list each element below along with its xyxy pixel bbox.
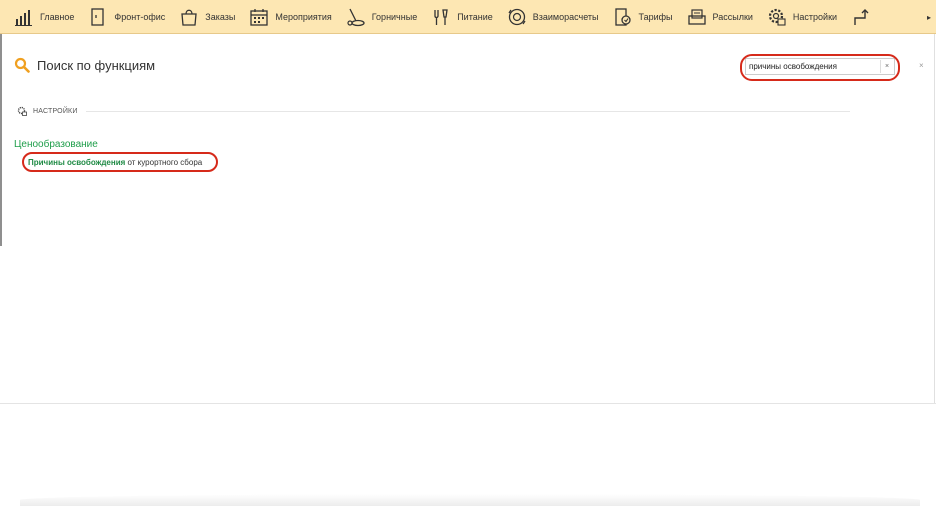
calendar-icon bbox=[250, 8, 269, 26]
nav-label: Главное bbox=[40, 11, 75, 22]
search-header: Поиск по функциям bbox=[14, 57, 155, 73]
content-divider bbox=[0, 403, 936, 404]
nav-item-settlements[interactable]: Взаиморасчеты bbox=[493, 0, 599, 34]
right-edge bbox=[934, 34, 935, 404]
section-divider bbox=[86, 111, 850, 112]
search-field: × bbox=[745, 58, 895, 75]
nav-item-food[interactable]: Питание bbox=[417, 0, 493, 34]
nav-scroll-right-icon[interactable]: ▸ bbox=[922, 0, 936, 34]
mail-icon bbox=[687, 8, 706, 25]
search-input[interactable] bbox=[746, 62, 880, 71]
bag-icon bbox=[181, 9, 197, 26]
nav-label: Питание bbox=[457, 11, 493, 22]
food-icon bbox=[434, 8, 448, 25]
nav-item-front-office[interactable]: Фронт-офис bbox=[74, 0, 165, 34]
clear-search-button[interactable]: × bbox=[880, 60, 893, 73]
nav-item-mailings[interactable]: Рассылки bbox=[673, 0, 753, 34]
nav-item-tariffs[interactable]: Тарифы bbox=[599, 0, 673, 34]
nav-label: Фронт-офис bbox=[114, 11, 166, 22]
door-icon bbox=[91, 7, 105, 26]
nav-label: Настройки bbox=[792, 11, 838, 22]
group-title[interactable]: Ценообразование bbox=[14, 139, 98, 150]
nav-label: Рассылки bbox=[712, 11, 753, 22]
search-result-link[interactable]: Причины освобождения от курортного сбора bbox=[28, 158, 202, 167]
nav-label: Тарифы bbox=[638, 11, 673, 22]
result-match-text: Причины освобождения bbox=[28, 158, 126, 167]
tariff-icon bbox=[614, 7, 631, 26]
settlement-icon bbox=[508, 8, 526, 25]
close-search-button[interactable]: × bbox=[919, 61, 924, 70]
settings-section-icon bbox=[17, 106, 27, 116]
page-title: Поиск по функциям bbox=[37, 57, 156, 73]
nav-label: Мероприятия bbox=[275, 11, 332, 22]
left-edge bbox=[0, 34, 2, 246]
route-icon bbox=[854, 8, 869, 25]
result-rest-text: от курортного сбора bbox=[125, 158, 203, 167]
top-navigation: Главное Фронт-офис Заказы Мероприятия Го… bbox=[0, 0, 936, 34]
nav-label: Горничные bbox=[371, 11, 418, 22]
section-header: НАСТРОЙКИ bbox=[17, 106, 78, 116]
nav-item-orders[interactable]: Заказы bbox=[165, 0, 235, 34]
nav-item-events[interactable]: Мероприятия bbox=[235, 0, 332, 34]
vacuum-icon bbox=[347, 8, 365, 26]
bar-chart-icon bbox=[15, 9, 32, 26]
nav-label: Заказы bbox=[205, 11, 236, 22]
nav-item-settings[interactable]: Настройки bbox=[753, 0, 837, 34]
nav-item-housekeeping[interactable]: Горничные bbox=[332, 0, 417, 34]
nav-item-main[interactable]: Главное bbox=[0, 0, 74, 34]
nav-item-extra[interactable] bbox=[837, 0, 871, 34]
bottom-shadow bbox=[20, 494, 920, 506]
search-icon bbox=[14, 57, 30, 73]
gear-icon bbox=[768, 8, 786, 26]
section-label: НАСТРОЙКИ bbox=[33, 107, 78, 115]
nav-label: Взаиморасчеты bbox=[532, 11, 599, 22]
